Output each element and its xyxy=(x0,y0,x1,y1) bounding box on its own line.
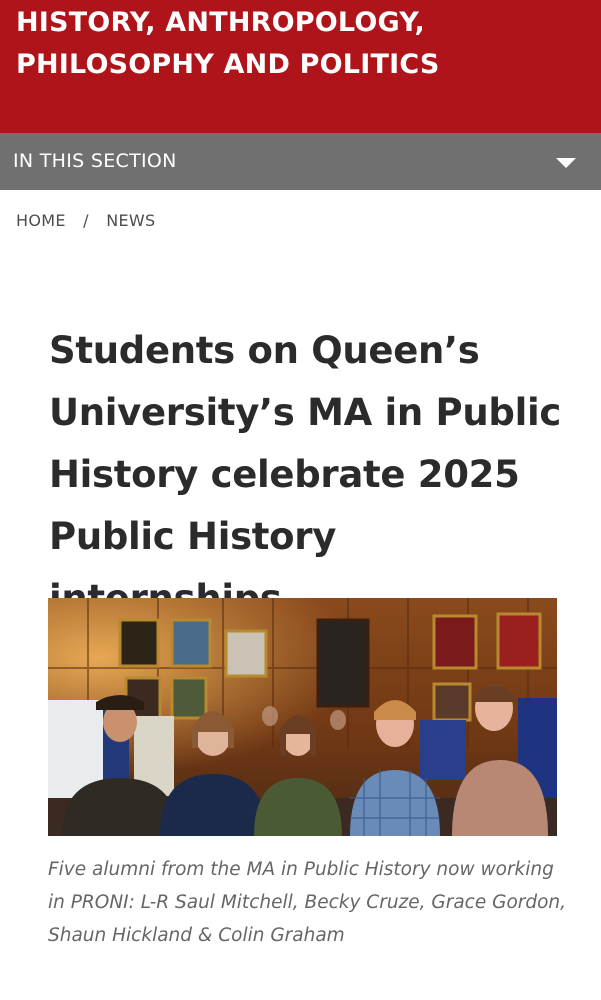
school-title[interactable]: HISTORY, ANTHROPOLOGY, PHILOSOPHY AND PO… xyxy=(16,2,576,86)
caret-down-icon xyxy=(556,158,576,168)
breadcrumb-news-link[interactable]: NEWS xyxy=(106,211,155,230)
page: HISTORY, ANTHROPOLOGY, PHILOSOPHY AND PO… xyxy=(0,0,601,1000)
school-header: HISTORY, ANTHROPOLOGY, PHILOSOPHY AND PO… xyxy=(0,0,601,133)
article-photo xyxy=(48,598,557,836)
article-body-cut-off xyxy=(48,987,568,1000)
breadcrumb-home-link[interactable]: HOME xyxy=(16,211,66,230)
in-this-section-toggle[interactable]: IN THIS SECTION xyxy=(0,133,601,190)
section-nav-label: IN THIS SECTION xyxy=(13,150,177,172)
breadcrumb: HOME / NEWS xyxy=(16,211,156,230)
photo-caption: Five alumni from the MA in Public Histor… xyxy=(48,859,567,946)
article-headline: Students on Queen’s University’s MA in P… xyxy=(49,329,561,620)
breadcrumb-separator: / xyxy=(83,211,89,230)
